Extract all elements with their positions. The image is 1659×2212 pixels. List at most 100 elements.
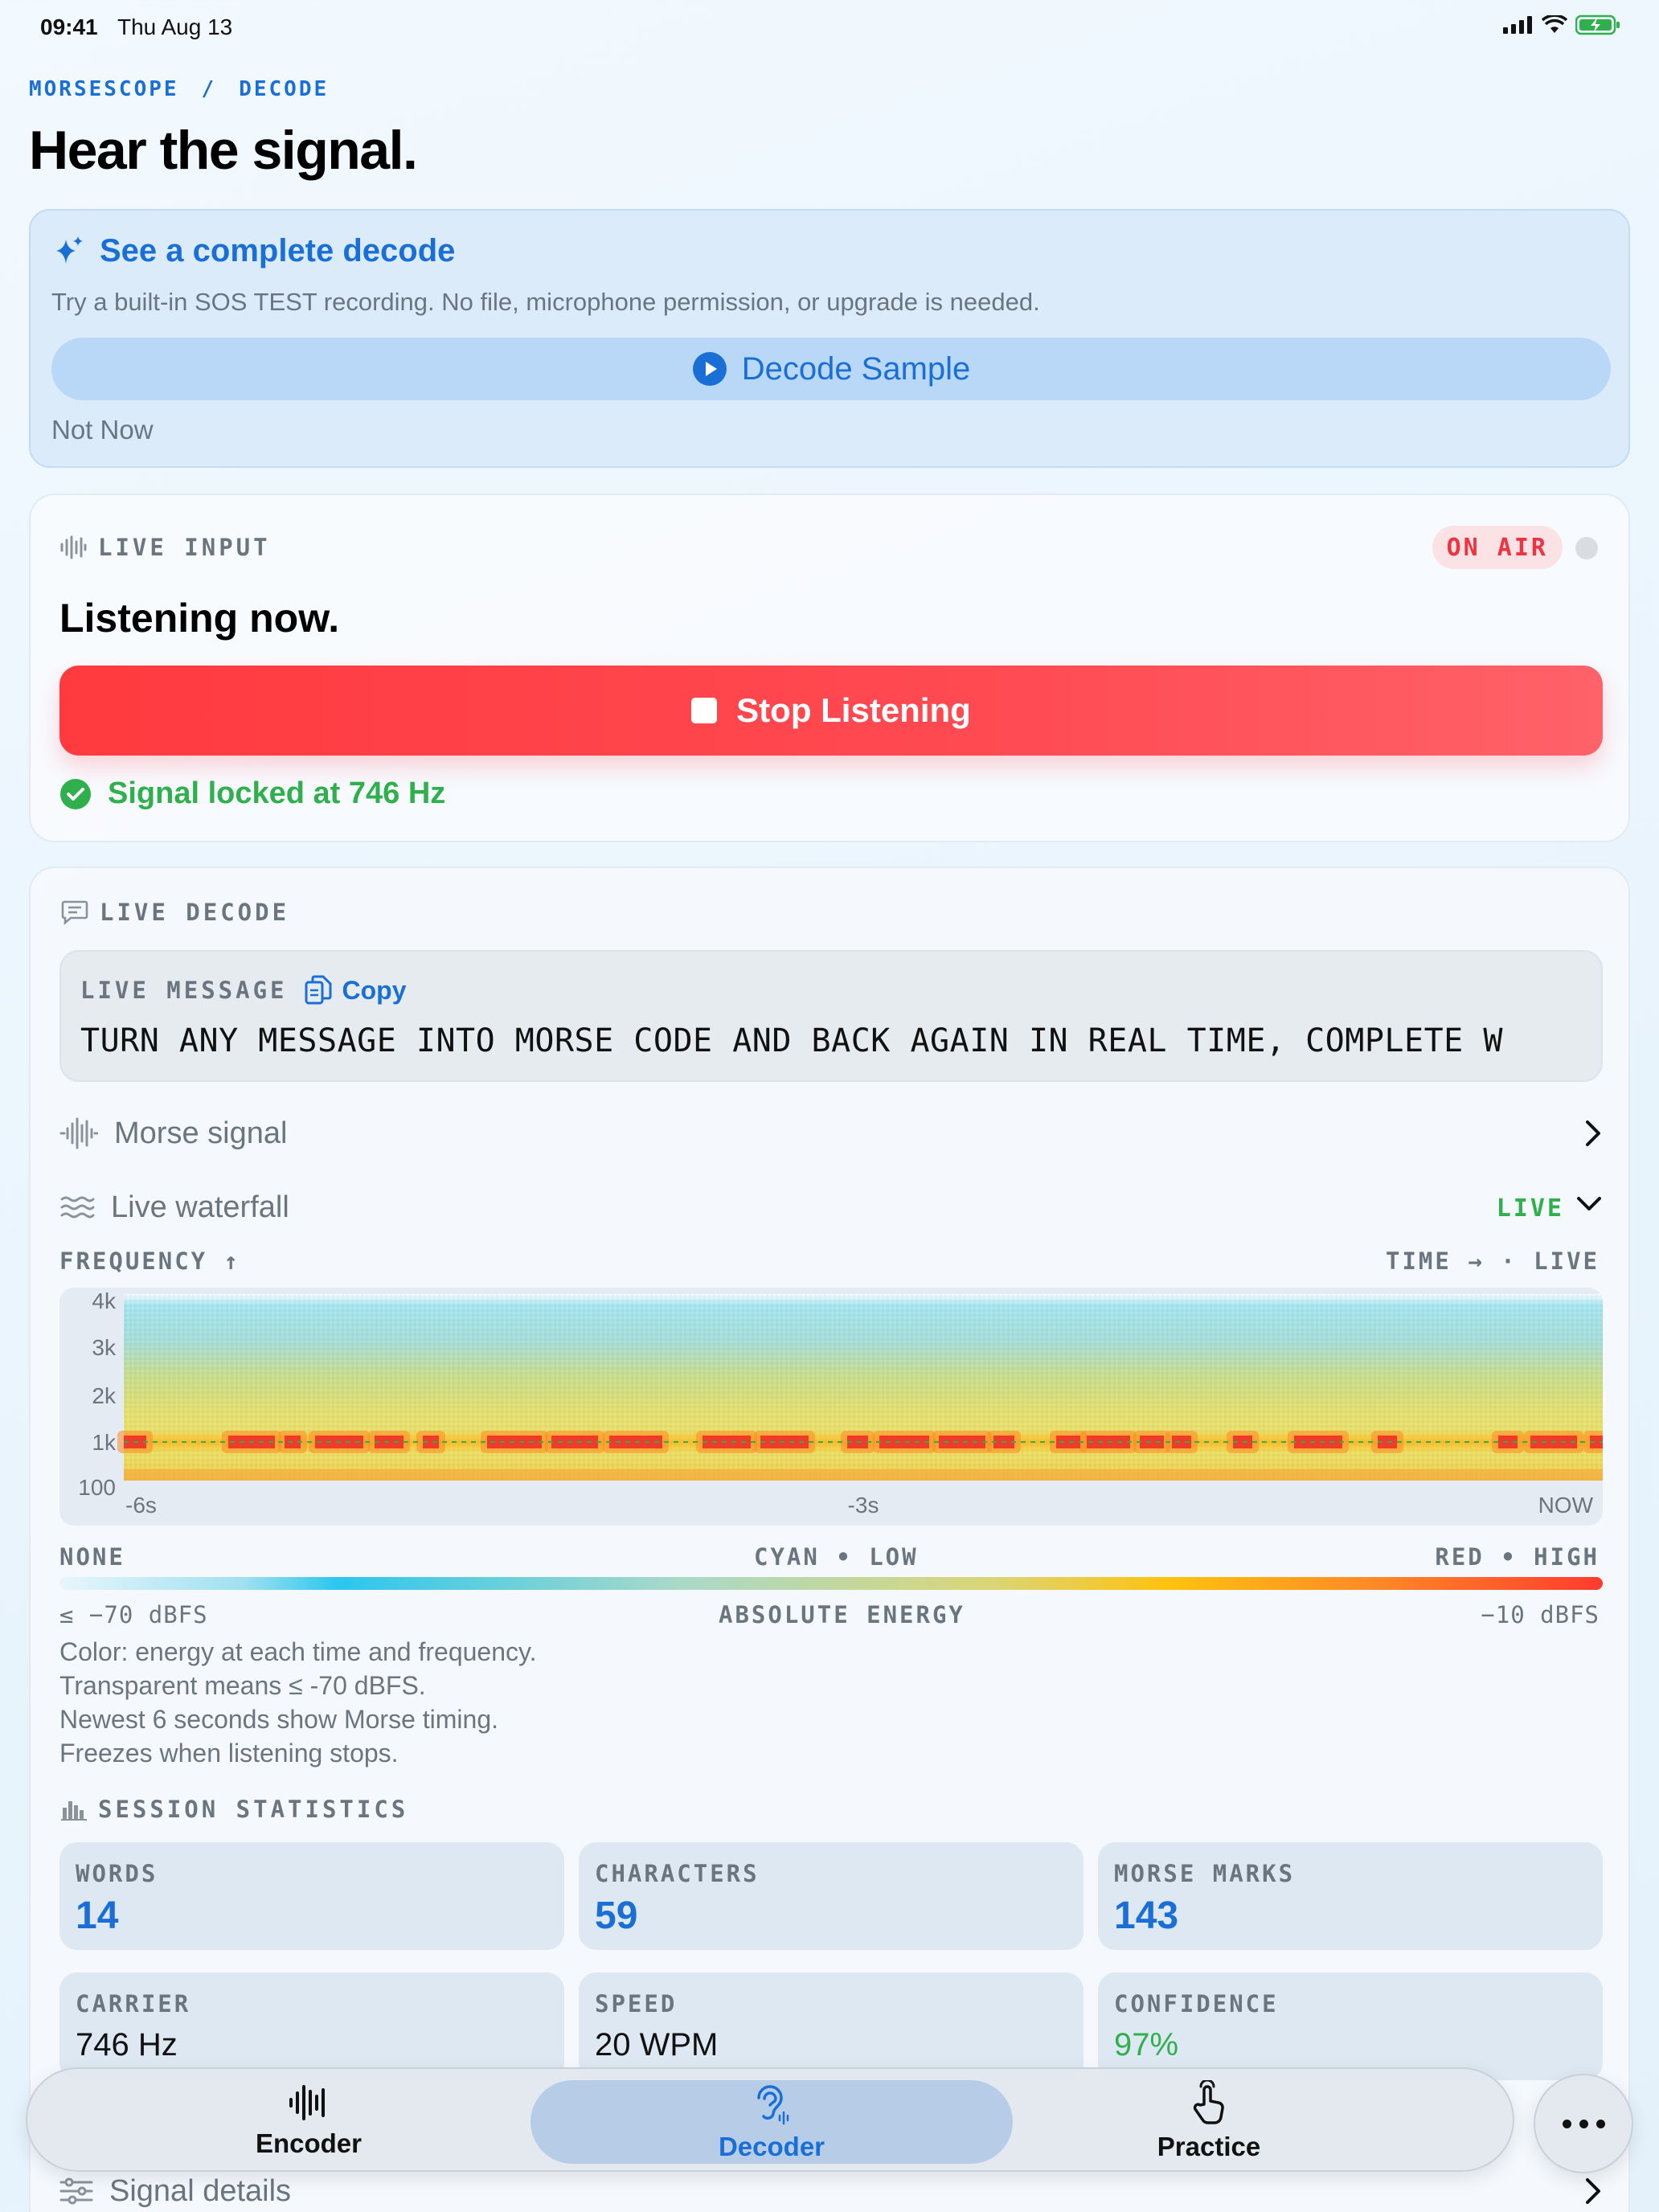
live-waterfall-row[interactable]: Live waterfall LIVE <box>59 1183 1603 1231</box>
live-message-text: TURN ANY MESSAGE INTO MORSE CODE AND BAC… <box>80 1022 1503 1059</box>
legend-note: Color: energy at each time and frequency… <box>59 1637 537 1666</box>
waves-icon <box>60 1196 95 1219</box>
energy-scale-none-label: NONE <box>59 1543 125 1571</box>
stat-card-characters: CHARACTERS 59 <box>579 1842 1083 1950</box>
time-axis-caption: TIME → · LIVE <box>1386 1247 1600 1275</box>
sparkles-icon <box>56 236 83 264</box>
tab-encoder-label: Encoder <box>255 2128 363 2158</box>
chevron-right-icon <box>1586 2178 1600 2204</box>
wifi-icon <box>1542 15 1567 33</box>
live-input-card: LIVE INPUT ON AIR Listening now. Stop Li… <box>29 494 1630 842</box>
spectrogram-low-band <box>124 1469 1603 1481</box>
stat-name: SPEED <box>595 1990 678 2017</box>
stop-icon <box>691 698 718 723</box>
more-dot <box>1596 2119 1605 2128</box>
energy-gradient-bar <box>59 1577 1603 1590</box>
more-dot <box>1579 2119 1588 2128</box>
live-waterfall-label: Live waterfall <box>111 1190 289 1224</box>
stat-value: 14 <box>76 1895 119 1937</box>
stat-name: CARRIER <box>76 1990 191 2017</box>
promo-title: See a complete decode <box>100 233 456 268</box>
tap-hand-icon <box>1193 2080 1224 2124</box>
status-time: 09:41 <box>40 14 98 39</box>
breadcrumb: MORSESCOPE / DECODE <box>29 77 329 101</box>
bar-chart-icon <box>61 1801 87 1821</box>
stat-value: 97% <box>1114 2027 1179 2062</box>
spectrogram-x-ticks: -6s -3s NOW <box>125 1493 1594 1518</box>
stat-card-carrier: CARRIER 746 Hz <box>59 1972 564 2080</box>
status-bar: 09:41 Thu Aug 13 <box>0 0 1659 51</box>
stop-listening-button[interactable]: Stop Listening <box>59 666 1603 756</box>
chat-bubble-icon <box>61 900 88 925</box>
morse-signal-label: Morse signal <box>114 1116 288 1150</box>
session-statistics-label-text: SESSION STATISTICS <box>98 1796 409 1823</box>
stat-value: 20 WPM <box>595 2027 719 2062</box>
spectrogram-x-tick: -6s <box>125 1493 157 1518</box>
stat-name: CONFIDENCE <box>1114 1990 1279 2017</box>
status-date: Thu Aug 13 <box>117 14 233 39</box>
more-button[interactable] <box>1534 2074 1633 2173</box>
stat-value: 59 <box>595 1895 638 1937</box>
battery-charging-icon <box>1575 14 1620 35</box>
breadcrumb-separator: / <box>201 77 217 101</box>
live-message-label: LIVE MESSAGE <box>80 977 288 1004</box>
ear-icon <box>757 2085 789 2125</box>
live-input-label-text: LIVE INPUT <box>98 534 271 561</box>
promo-header: See a complete decode <box>51 233 455 269</box>
tab-decoder[interactable]: Decoder <box>530 2080 1013 2164</box>
frequency-axis-caption: FREQUENCY ↑ <box>59 1247 241 1275</box>
copy-icon <box>305 975 332 1005</box>
live-decode-card: LIVE DECODE LIVE MESSAGE Copy TURN ANY M… <box>29 866 1630 2212</box>
sliders-icon <box>59 2177 93 2205</box>
stat-value: 143 <box>1114 1895 1179 1937</box>
decode-sample-button[interactable]: Decode Sample <box>51 338 1611 400</box>
signal-status: Signal locked at 746 Hz <box>59 776 445 811</box>
energy-scale-high-label: RED • HIGH <box>1435 1543 1600 1571</box>
cellular-signal-icon <box>1503 16 1532 34</box>
checkmark-circle-icon <box>60 778 91 809</box>
spectrogram-y-ticks: 4k 3k 2k 1k 100 <box>78 1288 117 1500</box>
energy-scale-title: ABSOLUTE ENERGY <box>719 1601 965 1628</box>
breadcrumb-app[interactable]: MORSESCOPE <box>29 77 179 101</box>
sample-decode-card: See a complete decode Try a built-in SOS… <box>29 209 1630 468</box>
tab-encoder[interactable]: Encoder <box>148 2069 469 2173</box>
spectrogram-x-tick: NOW <box>1538 1493 1594 1518</box>
stop-listening-label: Stop Listening <box>736 691 971 729</box>
copy-button[interactable]: Copy <box>304 974 407 1006</box>
stat-name: WORDS <box>76 1860 158 1887</box>
stat-card-confidence: CONFIDENCE 97% <box>1098 1972 1603 2080</box>
tab-practice[interactable]: Practice <box>1048 2069 1370 2173</box>
status-indicator-dot <box>1575 537 1598 559</box>
spectrogram-y-tick: 100 <box>78 1475 116 1500</box>
play-circle-icon <box>692 352 727 386</box>
legend-note: Freezes when listening stops. <box>59 1739 399 1768</box>
decode-sample-label: Decode Sample <box>741 350 971 387</box>
spectrogram-y-tick: 1k <box>92 1430 117 1455</box>
waterfall-legend-notes: Color: energy at each time and frequency… <box>59 1635 537 1770</box>
chevron-down-icon <box>1577 1197 1601 1210</box>
stat-value: 746 Hz <box>76 2027 178 2062</box>
energy-scale-low-label: CYAN • LOW <box>754 1543 919 1571</box>
stat-card-speed: SPEED 20 WPM <box>579 1972 1083 2080</box>
signal-status-text: Signal locked at 746 Hz <box>108 776 446 810</box>
energy-max-label: −10 dBFS <box>1481 1601 1600 1628</box>
not-now-button[interactable]: Not Now <box>51 415 154 445</box>
spectrogram-y-tick: 2k <box>92 1383 117 1408</box>
waveform-icon <box>289 2085 325 2120</box>
morse-signal-row[interactable]: Morse signal <box>59 1109 1603 1157</box>
spectrogram-y-tick: 4k <box>92 1288 117 1313</box>
live-waterfall-spectrogram: 4k 3k 2k 1k 100 -6s -3s NOW <box>59 1288 1603 1526</box>
tab-bar: Encoder Decoder Practice <box>26 2067 1514 2172</box>
signal-details-row[interactable]: Signal details <box>59 2167 1603 2212</box>
live-message-box: LIVE MESSAGE Copy TURN ANY MESSAGE INTO … <box>59 950 1603 1082</box>
status-icons <box>1503 14 1620 35</box>
live-input-label: LIVE INPUT <box>59 534 271 561</box>
on-air-badge: ON AIR <box>1432 526 1563 569</box>
energy-min-label: ≤ −70 dBFS <box>59 1601 208 1628</box>
breadcrumb-section: DECODE <box>239 77 330 101</box>
live-decode-label: LIVE DECODE <box>61 899 289 926</box>
waterfall-live-tag: LIVE <box>1496 1194 1564 1223</box>
copy-label: Copy <box>342 975 407 1005</box>
stat-card-words: WORDS 14 <box>59 1842 564 1950</box>
stat-name: MORSE MARKS <box>1114 1860 1296 1887</box>
